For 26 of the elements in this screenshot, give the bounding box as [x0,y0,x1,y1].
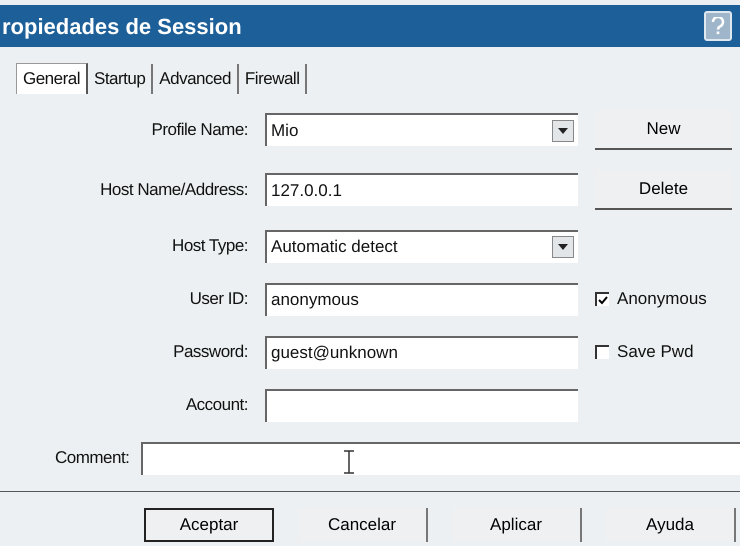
tab[interactable]: Advanced [153,64,239,94]
window-title: ropiedades de Session [2,12,242,41]
field-label: Profile Name: [150,118,248,141]
field-label: Comment: [55,447,130,470]
field-label: Host Type: [171,235,248,258]
field-label: Account: [184,394,248,416]
checkbox-label: Anonymous [617,288,707,310]
dropdown-field[interactable]: Mio [265,113,578,146]
input-field[interactable]: guest@unknown [265,336,578,368]
dropdown-field[interactable]: Automatic detect [265,230,578,262]
input-field[interactable] [265,388,578,422]
field-label: Password: [172,341,248,364]
checkbox-label: Save Pwd [617,341,694,364]
tab[interactable]: Startup [88,64,154,94]
field-label: Host Name/Address: [99,178,248,201]
field-label: User ID: [188,288,248,310]
checkbox[interactable] [595,292,609,306]
help-icon [711,17,725,35]
input-field[interactable]: 127.0.0.1 [265,173,578,206]
dialog-button[interactable]: Aceptar [144,508,274,542]
comment-field[interactable] [141,442,740,474]
tab[interactable]: Firewall [238,64,308,94]
input-field[interactable]: anonymous [265,282,578,316]
text-cursor-icon [343,450,356,474]
checkbox[interactable] [595,345,609,359]
tab[interactable]: General [16,63,88,94]
